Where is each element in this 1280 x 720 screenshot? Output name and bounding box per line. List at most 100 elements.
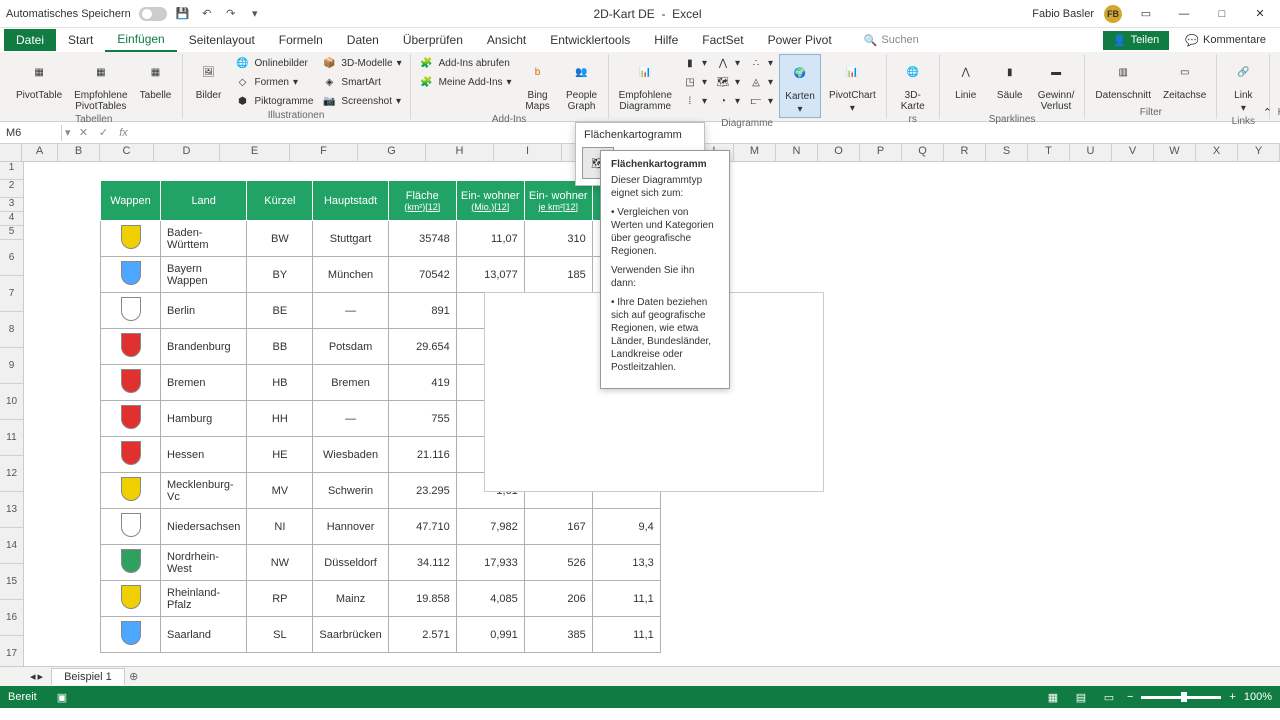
cell-kuerzel[interactable]: BY	[247, 257, 313, 293]
cell-flaeche[interactable]: 47.710	[388, 509, 456, 545]
cell-kuerzel[interactable]: HH	[247, 401, 313, 437]
cell-flaeche[interactable]: 35748	[388, 221, 456, 257]
cell-haupt[interactable]: Hannover	[313, 509, 388, 545]
3dmodels-button[interactable]: 📦3D-Modelle ▾	[319, 54, 403, 72]
view-layout-icon[interactable]: ▤	[1071, 689, 1091, 705]
cell-land[interactable]: Nordrhein-West	[161, 545, 247, 581]
comments-button[interactable]: 💬 Kommentare	[1175, 31, 1276, 50]
zoom-in-icon[interactable]: +	[1229, 691, 1235, 703]
chart-map-button[interactable]: 🗺▾	[713, 73, 742, 91]
shapes-button[interactable]: ◇Formen ▾	[233, 73, 316, 91]
cell-ew[interactable]: 17,933	[456, 545, 524, 581]
view-normal-icon[interactable]: ▦	[1043, 689, 1063, 705]
ribbon-mode-icon[interactable]: ▭	[1132, 4, 1160, 24]
cell-ausl[interactable]: 11,1	[592, 617, 660, 653]
share-button[interactable]: 👤 Teilen	[1103, 31, 1169, 50]
chart-hier-button[interactable]: ◳▾	[680, 73, 709, 91]
cell-ew[interactable]: 0,991	[456, 617, 524, 653]
tab-ueberpruefen[interactable]: Überprüfen	[391, 29, 475, 51]
cell-flaeche[interactable]: 34.112	[388, 545, 456, 581]
add-sheet-icon[interactable]: ⊕	[125, 668, 143, 686]
sparkline-winloss-button[interactable]: ▬Gewinn/ Verlust	[1034, 54, 1079, 114]
col-header-Y[interactable]: Y	[1238, 144, 1280, 161]
sparkline-col-button[interactable]: ▮Säule	[990, 54, 1030, 103]
rec-charts-button[interactable]: 📊Empfohlene Diagramme	[615, 54, 676, 114]
col-header-G[interactable]: G	[358, 144, 426, 161]
search-box[interactable]: 🔍 Suchen	[864, 34, 919, 47]
cell-ewk[interactable]: 167	[524, 509, 592, 545]
pivottable-button[interactable]: ▦PivotTable	[12, 54, 66, 103]
th-wappen[interactable]: Wappen	[101, 181, 161, 221]
recommended-pivot-button[interactable]: ▦Empfohlene PivotTables	[70, 54, 131, 114]
col-header-E[interactable]: E	[220, 144, 290, 161]
my-addins-button[interactable]: 🧩Meine Add-Ins ▾	[417, 73, 514, 91]
cell-ew[interactable]: 4,085	[456, 581, 524, 617]
online-pictures-button[interactable]: 🌐Onlinebilder	[233, 54, 316, 72]
chart-surf-button[interactable]: ◬▾	[746, 73, 775, 91]
cell-ew[interactable]: 7,982	[456, 509, 524, 545]
cell-land[interactable]: Rheinland-Pfalz	[161, 581, 247, 617]
pivotchart-button[interactable]: 📊PivotChart▾	[825, 54, 880, 116]
undo-icon[interactable]: ↶	[199, 6, 215, 22]
cell-ausl[interactable]: 11,1	[592, 581, 660, 617]
table-row[interactable]: Saarland SL Saarbrücken 2.571 0,991 385 …	[101, 617, 661, 653]
cell-land[interactable]: Hamburg	[161, 401, 247, 437]
table-button[interactable]: ▦Tabelle	[136, 54, 176, 103]
col-header-D[interactable]: D	[154, 144, 220, 161]
sheet-tab-active[interactable]: Beispiel 1	[51, 668, 125, 685]
row-header-13[interactable]: 13	[0, 492, 23, 528]
cell-kuerzel[interactable]: HE	[247, 437, 313, 473]
cell-haupt[interactable]: Potsdam	[313, 329, 388, 365]
cell-land[interactable]: Bayern Wappen	[161, 257, 247, 293]
chart-line-button[interactable]: ⋀▾	[713, 54, 742, 72]
cell-kuerzel[interactable]: RP	[247, 581, 313, 617]
th-flaeche[interactable]: Fläche(km²)[12]	[388, 181, 456, 221]
cell-haupt[interactable]: Düsseldorf	[313, 545, 388, 581]
row-header-8[interactable]: 8	[0, 312, 23, 348]
tab-daten[interactable]: Daten	[335, 29, 391, 51]
col-header-I[interactable]: I	[494, 144, 562, 161]
col-header-H[interactable]: H	[426, 144, 494, 161]
col-header-U[interactable]: U	[1070, 144, 1112, 161]
col-header-X[interactable]: X	[1196, 144, 1238, 161]
col-header-C[interactable]: C	[100, 144, 154, 161]
cell-kuerzel[interactable]: SL	[247, 617, 313, 653]
cell-haupt[interactable]: Mainz	[313, 581, 388, 617]
maximize-icon[interactable]: □	[1208, 4, 1236, 24]
row-header-2[interactable]: 2	[0, 180, 23, 198]
cell-ew[interactable]: 11,07	[456, 221, 524, 257]
col-header-M[interactable]: M	[734, 144, 776, 161]
tab-entwicklertools[interactable]: Entwicklertools	[538, 29, 642, 51]
th-ew[interactable]: Ein- wohner(Mio.)[12]	[456, 181, 524, 221]
cell-kuerzel[interactable]: BB	[247, 329, 313, 365]
chart-stat-button[interactable]: ⁞▾	[680, 92, 709, 110]
th-ewkm[interactable]: Ein- wohnerje km²[12]	[524, 181, 592, 221]
cell-ausl[interactable]: 9,4	[592, 509, 660, 545]
get-addins-button[interactable]: 🧩Add-Ins abrufen	[417, 54, 514, 72]
cell-land[interactable]: Hessen	[161, 437, 247, 473]
link-button[interactable]: 🔗Link▾	[1223, 54, 1263, 116]
row-header-7[interactable]: 7	[0, 276, 23, 312]
zoom-out-icon[interactable]: −	[1127, 691, 1133, 703]
cell-land[interactable]: Brandenburg	[161, 329, 247, 365]
col-header-S[interactable]: S	[986, 144, 1028, 161]
maps-button[interactable]: 🌍Karten▾	[779, 54, 821, 118]
row-header-14[interactable]: 14	[0, 528, 23, 564]
cell-ew[interactable]: 13,077	[456, 257, 524, 293]
th-kuerzel[interactable]: Kürzel	[247, 181, 313, 221]
table-row[interactable]: Bayern Wappen BY München 70542 13,077 18…	[101, 257, 661, 293]
col-header-B[interactable]: B	[58, 144, 100, 161]
cell-flaeche[interactable]: 2.571	[388, 617, 456, 653]
cell-land[interactable]: Saarland	[161, 617, 247, 653]
table-row[interactable]: Rheinland-Pfalz RP Mainz 19.858 4,085 20…	[101, 581, 661, 617]
col-header-T[interactable]: T	[1028, 144, 1070, 161]
people-graph-button[interactable]: 👥People Graph	[562, 54, 602, 114]
tab-start[interactable]: Start	[56, 29, 105, 51]
row-header-6[interactable]: 6	[0, 240, 23, 276]
th-land[interactable]: Land	[161, 181, 247, 221]
close-icon[interactable]: ✕	[1246, 4, 1274, 24]
cell-land[interactable]: Mecklenburg-Vc	[161, 473, 247, 509]
table-row[interactable]: Nordrhein-West NW Düsseldorf 34.112 17,9…	[101, 545, 661, 581]
cell-land[interactable]: Berlin	[161, 293, 247, 329]
cell-flaeche[interactable]: 21.116	[388, 437, 456, 473]
